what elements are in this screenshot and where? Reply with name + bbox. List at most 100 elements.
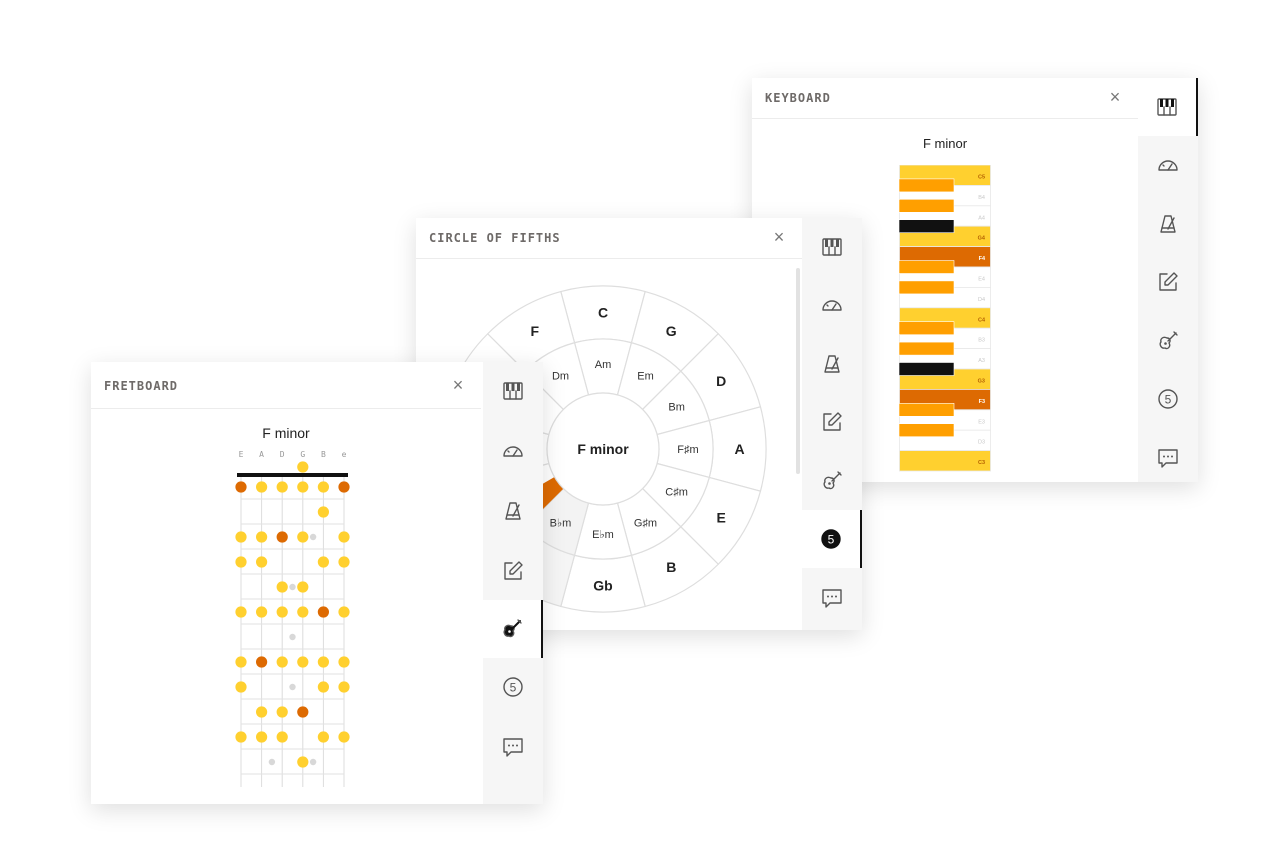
fret-marker	[289, 583, 296, 591]
scale-note-dot[interactable]	[317, 506, 329, 518]
guitar-fretboard[interactable]	[221, 457, 381, 787]
scale-note-dot[interactable]	[235, 681, 247, 693]
scale-note-dot[interactable]	[235, 606, 247, 618]
sidebar-notes-button[interactable]	[483, 542, 543, 600]
root-note-dot[interactable]	[235, 481, 247, 493]
scale-note-dot[interactable]	[276, 656, 288, 668]
scale-note-dot[interactable]	[276, 581, 288, 593]
scale-note-dot[interactable]	[297, 606, 309, 618]
scale-note-dot[interactable]	[317, 656, 329, 668]
scale-note-dot[interactable]	[256, 706, 268, 718]
scale-note-dot[interactable]	[297, 756, 309, 768]
sidebar-tuner-button[interactable]	[802, 276, 862, 334]
scale-note-dot[interactable]	[297, 531, 309, 543]
sidebar-keyboard-button[interactable]	[483, 362, 543, 420]
scale-note-dot[interactable]	[338, 531, 350, 543]
sidebar-chat-button[interactable]	[483, 718, 543, 776]
close-icon[interactable]: ×	[447, 374, 469, 396]
sidebar-metronome-button[interactable]	[802, 335, 862, 393]
scale-note-dot[interactable]	[338, 681, 350, 693]
scale-note-dot[interactable]	[256, 531, 268, 543]
scale-note-dot[interactable]	[256, 481, 268, 493]
scale-note-dot[interactable]	[276, 731, 288, 743]
sidebar-circle-of-fifths-button[interactable]: 5	[1138, 370, 1198, 428]
scale-note-dot[interactable]	[317, 481, 329, 493]
scale-note-dot[interactable]	[317, 556, 329, 568]
scale-note-dot[interactable]	[297, 656, 309, 668]
sidebar-keyboard-button[interactable]	[1138, 78, 1198, 136]
black-key[interactable]	[899, 362, 955, 376]
scale-note-dot[interactable]	[338, 606, 350, 618]
scale-note-dot[interactable]	[317, 681, 329, 693]
scale-note-dot[interactable]	[276, 706, 288, 718]
scale-note-dot[interactable]	[235, 531, 247, 543]
key-label: E3	[978, 419, 985, 425]
sidebar-chat-button[interactable]	[802, 569, 862, 627]
black-key[interactable]	[899, 321, 955, 335]
major-key-label: G	[666, 323, 677, 339]
keyboard-header: KEYBOARD ×	[752, 78, 1138, 119]
key-label: E4	[978, 277, 985, 283]
sidebar-notes-button[interactable]	[1138, 253, 1198, 311]
root-note-dot[interactable]	[317, 606, 329, 618]
key-label: A3	[978, 358, 985, 364]
scale-note-dot[interactable]	[317, 731, 329, 743]
scrollbar[interactable]	[795, 262, 801, 622]
black-key[interactable]	[899, 178, 955, 193]
root-note-dot[interactable]	[297, 706, 309, 718]
sidebar-tuner-button[interactable]	[1138, 136, 1198, 194]
sidebar-keyboard-button[interactable]	[802, 218, 862, 276]
piano-keyboard[interactable]: C5 B4 A4 G4 F4 E4 D4 C4 B3 A3 G3 F3 E3 D3 C3	[899, 165, 991, 472]
black-key[interactable]	[899, 423, 955, 438]
sidebar-notes-button[interactable]	[802, 393, 862, 451]
metronome-icon	[824, 355, 840, 373]
open-string-dot[interactable]	[297, 461, 309, 473]
scale-note-dot[interactable]	[256, 731, 268, 743]
sidebar-chat-button[interactable]	[1138, 429, 1198, 487]
keyboard-icon	[503, 382, 523, 400]
scale-note-dot[interactable]	[297, 581, 309, 593]
scale-note-dot[interactable]	[338, 731, 350, 743]
black-key[interactable]	[899, 280, 955, 295]
window-title: FRETBOARD	[104, 379, 179, 393]
guitar-icon	[823, 471, 842, 490]
scale-note-dot[interactable]	[276, 606, 288, 618]
scale-note-dot[interactable]	[256, 556, 268, 568]
root-note-dot[interactable]	[276, 531, 288, 543]
scale-note-dot[interactable]	[235, 556, 247, 568]
scale-note-dot[interactable]	[338, 656, 350, 668]
sidebar-metronome-button[interactable]	[483, 482, 543, 540]
root-note-dot[interactable]	[338, 481, 350, 493]
fretboard-header: FRETBOARD ×	[91, 362, 481, 409]
sidebar-circle-of-fifths-button[interactable]: 5	[802, 510, 862, 568]
black-key[interactable]	[899, 198, 955, 213]
sidebar-guitar-button[interactable]	[1138, 312, 1198, 370]
scale-note-dot[interactable]	[297, 481, 309, 493]
close-icon[interactable]: ×	[1104, 86, 1126, 108]
tuner-icon	[822, 300, 842, 311]
scale-note-dot[interactable]	[276, 481, 288, 493]
fret-marker	[289, 683, 296, 691]
metronome-icon	[1160, 215, 1176, 233]
white-key[interactable]: C3	[899, 450, 991, 472]
scale-note-dot[interactable]	[338, 556, 350, 568]
notes-icon	[1159, 272, 1178, 291]
sidebar-tuner-button[interactable]	[483, 422, 543, 480]
scale-note-dot[interactable]	[256, 606, 268, 618]
black-key[interactable]	[899, 219, 955, 234]
sidebar-circle-of-fifths-button[interactable]: 5	[483, 658, 543, 716]
sidebar-guitar-button[interactable]	[483, 600, 543, 658]
major-key-label: Gb	[593, 578, 612, 594]
scale-note-dot[interactable]	[235, 656, 247, 668]
root-note-dot[interactable]	[256, 656, 268, 668]
black-key[interactable]	[899, 403, 955, 417]
fret-marker	[289, 633, 296, 641]
tool-sidebar: 5	[1138, 78, 1198, 482]
black-key[interactable]	[899, 260, 955, 274]
black-key[interactable]	[899, 341, 955, 356]
sidebar-metronome-button[interactable]	[1138, 195, 1198, 253]
scale-note-dot[interactable]	[235, 731, 247, 743]
close-icon[interactable]: ×	[768, 226, 790, 248]
sidebar-guitar-button[interactable]	[802, 452, 862, 510]
key-label: D3	[978, 440, 985, 446]
